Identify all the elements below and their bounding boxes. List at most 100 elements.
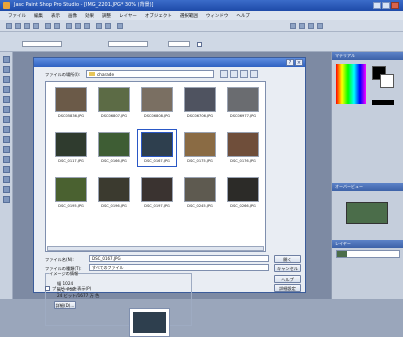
- file-item[interactable]: DSC06706.JPG: [180, 87, 220, 124]
- file-name: DSC_0176.JPG: [230, 159, 256, 163]
- zoom-icon[interactable]: [96, 23, 102, 29]
- file-item[interactable]: DSC_0245.JPG: [180, 177, 220, 214]
- file-thumbnail: [98, 132, 130, 157]
- retouch-tool-icon[interactable]: [3, 146, 10, 153]
- horizontal-scrollbar[interactable]: [47, 246, 264, 251]
- dropper-tool-icon[interactable]: [3, 116, 10, 123]
- antialias-checkbox[interactable]: [197, 42, 202, 47]
- crop-icon[interactable]: [105, 23, 111, 29]
- file-item[interactable]: DSC_0196.JPG: [94, 177, 134, 214]
- file-item[interactable]: DSC_0166.JPG: [94, 132, 134, 169]
- eraser-tool-icon[interactable]: [3, 156, 10, 163]
- folder-icon: [89, 72, 95, 76]
- overview-icon[interactable]: [308, 23, 314, 29]
- dialog-close-button[interactable]: ×: [295, 59, 303, 66]
- help-button[interactable]: ヘルプ: [274, 275, 301, 283]
- color-picker[interactable]: [336, 64, 366, 104]
- print-icon[interactable]: [33, 23, 39, 29]
- save-icon[interactable]: [24, 23, 30, 29]
- cut-icon[interactable]: [66, 23, 72, 29]
- mode-dropdown[interactable]: [108, 41, 148, 47]
- file-thumbnail: [98, 177, 130, 202]
- undo-icon[interactable]: [45, 23, 51, 29]
- show-preview-checkbox[interactable]: [45, 286, 50, 291]
- file-item[interactable]: DSC_0117.JPG: [51, 132, 91, 169]
- text-tool-icon[interactable]: [3, 176, 10, 183]
- paint-brush-icon[interactable]: [3, 126, 10, 133]
- dialog-help-button[interactable]: ?: [286, 59, 294, 66]
- file-item[interactable]: DSC_0197.JPG: [137, 177, 177, 214]
- paste-icon[interactable]: [84, 23, 90, 29]
- move-tool-icon[interactable]: [3, 96, 10, 103]
- file-name: DSC06977.JPG: [229, 114, 257, 118]
- palette-icon[interactable]: [290, 23, 296, 29]
- layer-thumbnail: [337, 251, 347, 257]
- menu-selections[interactable]: 選択範囲: [180, 13, 198, 19]
- menu-edit[interactable]: 編集: [34, 13, 43, 19]
- back-button[interactable]: [220, 70, 228, 78]
- feather-field[interactable]: [168, 41, 190, 47]
- file-item[interactable]: DSC05836.JPG: [51, 87, 91, 124]
- redo-icon[interactable]: [54, 23, 60, 29]
- info-group-title: イメージの情報: [49, 271, 79, 277]
- filename-value: DSC_0167.JPG: [92, 256, 121, 261]
- filetype-value: すべてのファイル: [92, 265, 124, 270]
- overview-thumbnail[interactable]: [346, 202, 388, 224]
- file-list: DSC05836.JPG DSC06807.JPG DSC06808.JPG D…: [45, 81, 266, 252]
- foreground-material[interactable]: [372, 100, 394, 105]
- filename-input[interactable]: DSC_0167.JPG: [89, 255, 269, 262]
- menu-window[interactable]: ウィンドウ: [206, 13, 229, 19]
- open-button[interactable]: 開く: [274, 255, 301, 263]
- background-swatch[interactable]: [380, 74, 394, 88]
- close-button[interactable]: [391, 2, 399, 9]
- info-details-button[interactable]: 詳細(D)...: [54, 301, 76, 309]
- file-item[interactable]: DSC06808.JPG: [137, 87, 177, 124]
- history-icon[interactable]: [317, 23, 323, 29]
- menu-image[interactable]: 画像: [68, 13, 77, 19]
- pen-tool-icon[interactable]: [3, 196, 10, 203]
- menu-file[interactable]: ファイル: [8, 13, 26, 19]
- file-item[interactable]: DSC_0195.JPG: [51, 177, 91, 214]
- crop-tool-icon[interactable]: [3, 86, 10, 93]
- lookin-dropdown[interactable]: charade: [86, 70, 214, 78]
- materials-panel-title: マテリアル: [332, 52, 403, 60]
- layers-icon[interactable]: [299, 23, 305, 29]
- view-menu-button[interactable]: [250, 70, 258, 78]
- up-folder-button[interactable]: [230, 70, 238, 78]
- zoom-tool-icon[interactable]: [3, 66, 10, 73]
- new-folder-button[interactable]: [240, 70, 248, 78]
- pan-tool-icon[interactable]: [3, 56, 10, 63]
- cancel-button[interactable]: キャンセル: [274, 264, 301, 272]
- file-thumbnail: [98, 87, 130, 112]
- menu-view[interactable]: 表示: [51, 13, 60, 19]
- flood-fill-icon[interactable]: [3, 166, 10, 173]
- file-thumbnail: [55, 87, 87, 112]
- minimize-button[interactable]: [373, 2, 381, 9]
- shape-tool-icon[interactable]: [3, 186, 10, 193]
- menu-objects[interactable]: オブジェクト: [145, 13, 172, 19]
- new-file-icon[interactable]: [6, 23, 12, 29]
- file-name: DSC_0117.JPG: [58, 159, 84, 163]
- menu-effects[interactable]: 効果: [85, 13, 94, 19]
- file-item[interactable]: DSC06807.JPG: [94, 87, 134, 124]
- clone-brush-icon[interactable]: [3, 136, 10, 143]
- file-name: DSC_0166.JPG: [101, 159, 127, 163]
- filetype-dropdown[interactable]: すべてのファイル: [89, 264, 269, 271]
- details-button[interactable]: 詳細設定: [274, 284, 301, 292]
- selection-type-dropdown[interactable]: [22, 41, 62, 47]
- browse-icon[interactable]: [117, 23, 123, 29]
- menu-help[interactable]: ヘルプ: [236, 13, 250, 19]
- menu-adjust[interactable]: 調整: [102, 13, 111, 19]
- file-item-selected[interactable]: DSC_0167.JPG: [137, 129, 177, 169]
- deform-tool-icon[interactable]: [3, 76, 10, 83]
- maximize-button[interactable]: [382, 2, 390, 9]
- file-item[interactable]: DSC06977.JPG: [223, 87, 263, 124]
- selection-tool-icon[interactable]: [3, 106, 10, 113]
- copy-icon[interactable]: [75, 23, 81, 29]
- dialog-title-bar: [34, 58, 305, 67]
- open-file-icon[interactable]: [15, 23, 21, 29]
- menu-layers[interactable]: レイヤー: [119, 13, 137, 19]
- file-item[interactable]: DSC_0176.JPG: [223, 132, 263, 169]
- file-item[interactable]: DSC_0175.JPG: [180, 132, 220, 169]
- file-item[interactable]: DSC_0266.JPG: [223, 177, 263, 214]
